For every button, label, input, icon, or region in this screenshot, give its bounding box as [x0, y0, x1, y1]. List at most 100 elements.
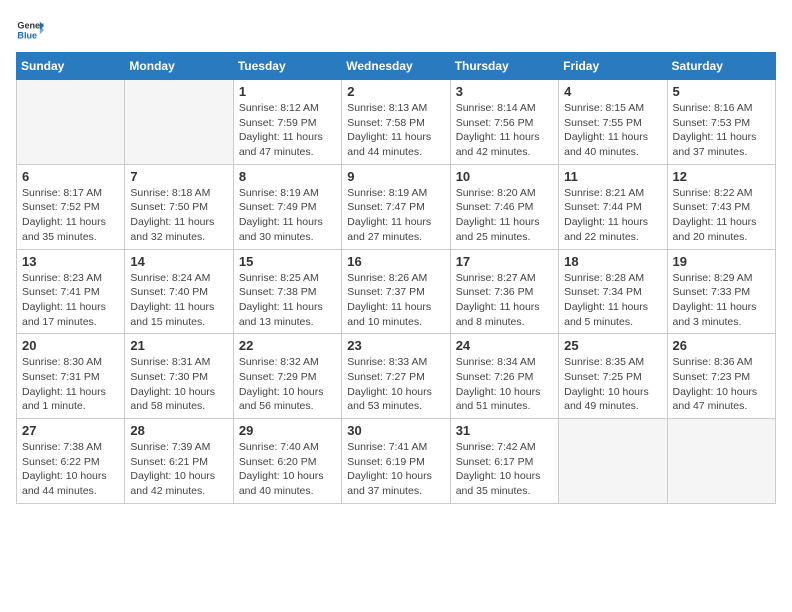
day-info: Sunrise: 8:18 AM Sunset: 7:50 PM Dayligh… — [130, 186, 227, 245]
day-info: Sunrise: 8:30 AM Sunset: 7:31 PM Dayligh… — [22, 355, 119, 414]
day-number: 25 — [564, 338, 661, 353]
day-number: 13 — [22, 254, 119, 269]
day-number: 28 — [130, 423, 227, 438]
day-number: 15 — [239, 254, 336, 269]
calendar-cell — [125, 80, 233, 165]
day-info: Sunrise: 8:14 AM Sunset: 7:56 PM Dayligh… — [456, 101, 553, 160]
calendar-week-row: 6 Sunrise: 8:17 AM Sunset: 7:52 PM Daylig… — [17, 164, 776, 249]
day-header-thursday: Thursday — [450, 53, 558, 80]
day-number: 17 — [456, 254, 553, 269]
day-info: Sunrise: 8:31 AM Sunset: 7:30 PM Dayligh… — [130, 355, 227, 414]
calendar-cell: 6 Sunrise: 8:17 AM Sunset: 7:52 PM Daylig… — [17, 164, 125, 249]
day-info: Sunrise: 8:12 AM Sunset: 7:59 PM Dayligh… — [239, 101, 336, 160]
day-info: Sunrise: 8:28 AM Sunset: 7:34 PM Dayligh… — [564, 271, 661, 330]
calendar-cell: 12 Sunrise: 8:22 AM Sunset: 7:43 PM Dayli… — [667, 164, 775, 249]
calendar-cell: 21 Sunrise: 8:31 AM Sunset: 7:30 PM Dayli… — [125, 334, 233, 419]
day-number: 11 — [564, 169, 661, 184]
calendar-cell: 5 Sunrise: 8:16 AM Sunset: 7:53 PM Daylig… — [667, 80, 775, 165]
day-number: 26 — [673, 338, 770, 353]
svg-text:Blue: Blue — [17, 30, 37, 40]
calendar-cell: 15 Sunrise: 8:25 AM Sunset: 7:38 PM Dayli… — [233, 249, 341, 334]
day-info: Sunrise: 7:41 AM Sunset: 6:19 PM Dayligh… — [347, 440, 444, 499]
day-info: Sunrise: 8:13 AM Sunset: 7:58 PM Dayligh… — [347, 101, 444, 160]
day-number: 27 — [22, 423, 119, 438]
day-info: Sunrise: 8:15 AM Sunset: 7:55 PM Dayligh… — [564, 101, 661, 160]
calendar-week-row: 1 Sunrise: 8:12 AM Sunset: 7:59 PM Daylig… — [17, 80, 776, 165]
day-info: Sunrise: 7:40 AM Sunset: 6:20 PM Dayligh… — [239, 440, 336, 499]
calendar-cell: 25 Sunrise: 8:35 AM Sunset: 7:25 PM Dayli… — [559, 334, 667, 419]
day-number: 31 — [456, 423, 553, 438]
day-info: Sunrise: 8:27 AM Sunset: 7:36 PM Dayligh… — [456, 271, 553, 330]
day-number: 9 — [347, 169, 444, 184]
day-info: Sunrise: 8:25 AM Sunset: 7:38 PM Dayligh… — [239, 271, 336, 330]
day-info: Sunrise: 8:35 AM Sunset: 7:25 PM Dayligh… — [564, 355, 661, 414]
day-info: Sunrise: 8:19 AM Sunset: 7:47 PM Dayligh… — [347, 186, 444, 245]
day-number: 22 — [239, 338, 336, 353]
day-header-monday: Monday — [125, 53, 233, 80]
calendar-cell — [559, 419, 667, 504]
day-info: Sunrise: 8:22 AM Sunset: 7:43 PM Dayligh… — [673, 186, 770, 245]
calendar-header-row: SundayMondayTuesdayWednesdayThursdayFrid… — [17, 53, 776, 80]
day-number: 24 — [456, 338, 553, 353]
calendar-cell: 1 Sunrise: 8:12 AM Sunset: 7:59 PM Daylig… — [233, 80, 341, 165]
day-info: Sunrise: 8:34 AM Sunset: 7:26 PM Dayligh… — [456, 355, 553, 414]
day-number: 1 — [239, 84, 336, 99]
logo: General Blue — [16, 16, 44, 44]
day-number: 12 — [673, 169, 770, 184]
day-info: Sunrise: 7:39 AM Sunset: 6:21 PM Dayligh… — [130, 440, 227, 499]
day-number: 7 — [130, 169, 227, 184]
calendar-cell: 9 Sunrise: 8:19 AM Sunset: 7:47 PM Daylig… — [342, 164, 450, 249]
day-number: 4 — [564, 84, 661, 99]
day-info: Sunrise: 8:24 AM Sunset: 7:40 PM Dayligh… — [130, 271, 227, 330]
calendar-cell: 3Sunrise: 8:14 AM Sunset: 7:56 PM Daylig… — [450, 80, 558, 165]
day-info: Sunrise: 7:38 AM Sunset: 6:22 PM Dayligh… — [22, 440, 119, 499]
calendar-cell: 29Sunrise: 7:40 AM Sunset: 6:20 PM Dayli… — [233, 419, 341, 504]
day-info: Sunrise: 8:20 AM Sunset: 7:46 PM Dayligh… — [456, 186, 553, 245]
day-info: Sunrise: 8:32 AM Sunset: 7:29 PM Dayligh… — [239, 355, 336, 414]
day-header-friday: Friday — [559, 53, 667, 80]
calendar-table: SundayMondayTuesdayWednesdayThursdayFrid… — [16, 52, 776, 504]
day-info: Sunrise: 8:19 AM Sunset: 7:49 PM Dayligh… — [239, 186, 336, 245]
calendar-cell: 14 Sunrise: 8:24 AM Sunset: 7:40 PM Dayli… — [125, 249, 233, 334]
day-number: 8 — [239, 169, 336, 184]
calendar-cell — [17, 80, 125, 165]
calendar-cell: 23Sunrise: 8:33 AM Sunset: 7:27 PM Dayli… — [342, 334, 450, 419]
calendar-cell: 4 Sunrise: 8:15 AM Sunset: 7:55 PM Daylig… — [559, 80, 667, 165]
calendar-cell: 2 Sunrise: 8:13 AM Sunset: 7:58 PM Daylig… — [342, 80, 450, 165]
day-info: Sunrise: 8:36 AM Sunset: 7:23 PM Dayligh… — [673, 355, 770, 414]
day-number: 30 — [347, 423, 444, 438]
calendar-week-row: 13 Sunrise: 8:23 AM Sunset: 7:41 PM Dayli… — [17, 249, 776, 334]
calendar-cell: 13 Sunrise: 8:23 AM Sunset: 7:41 PM Dayli… — [17, 249, 125, 334]
day-number: 2 — [347, 84, 444, 99]
calendar-cell — [667, 419, 775, 504]
day-header-tuesday: Tuesday — [233, 53, 341, 80]
calendar-cell: 31 Sunrise: 7:42 AM Sunset: 6:17 PM Dayli… — [450, 419, 558, 504]
calendar-cell: 7 Sunrise: 8:18 AM Sunset: 7:50 PM Daylig… — [125, 164, 233, 249]
calendar-cell: 24 Sunrise: 8:34 AM Sunset: 7:26 PM Dayli… — [450, 334, 558, 419]
day-info: Sunrise: 8:16 AM Sunset: 7:53 PM Dayligh… — [673, 101, 770, 160]
calendar-cell: 20 Sunrise: 8:30 AM Sunset: 7:31 PM Dayli… — [17, 334, 125, 419]
day-number: 14 — [130, 254, 227, 269]
day-number: 21 — [130, 338, 227, 353]
logo-icon: General Blue — [16, 16, 44, 44]
calendar-cell: 8 Sunrise: 8:19 AM Sunset: 7:49 PM Daylig… — [233, 164, 341, 249]
day-info: Sunrise: 8:29 AM Sunset: 7:33 PM Dayligh… — [673, 271, 770, 330]
calendar-cell: 16Sunrise: 8:26 AM Sunset: 7:37 PM Dayli… — [342, 249, 450, 334]
calendar-cell: 30 Sunrise: 7:41 AM Sunset: 6:19 PM Dayli… — [342, 419, 450, 504]
day-number: 6 — [22, 169, 119, 184]
day-info: Sunrise: 8:17 AM Sunset: 7:52 PM Dayligh… — [22, 186, 119, 245]
page-header: General Blue — [16, 16, 776, 44]
calendar-week-row: 20 Sunrise: 8:30 AM Sunset: 7:31 PM Dayli… — [17, 334, 776, 419]
day-info: Sunrise: 8:23 AM Sunset: 7:41 PM Dayligh… — [22, 271, 119, 330]
day-info: Sunrise: 8:26 AM Sunset: 7:37 PM Dayligh… — [347, 271, 444, 330]
day-number: 20 — [22, 338, 119, 353]
day-number: 19 — [673, 254, 770, 269]
day-number: 18 — [564, 254, 661, 269]
calendar-cell: 28 Sunrise: 7:39 AM Sunset: 6:21 PM Dayli… — [125, 419, 233, 504]
day-info: Sunrise: 8:33 AM Sunset: 7:27 PM Dayligh… — [347, 355, 444, 414]
calendar-cell: 26 Sunrise: 8:36 AM Sunset: 7:23 PM Dayli… — [667, 334, 775, 419]
day-header-wednesday: Wednesday — [342, 53, 450, 80]
day-number: 5 — [673, 84, 770, 99]
day-info: Sunrise: 7:42 AM Sunset: 6:17 PM Dayligh… — [456, 440, 553, 499]
calendar-cell: 17 Sunrise: 8:27 AM Sunset: 7:36 PM Dayli… — [450, 249, 558, 334]
